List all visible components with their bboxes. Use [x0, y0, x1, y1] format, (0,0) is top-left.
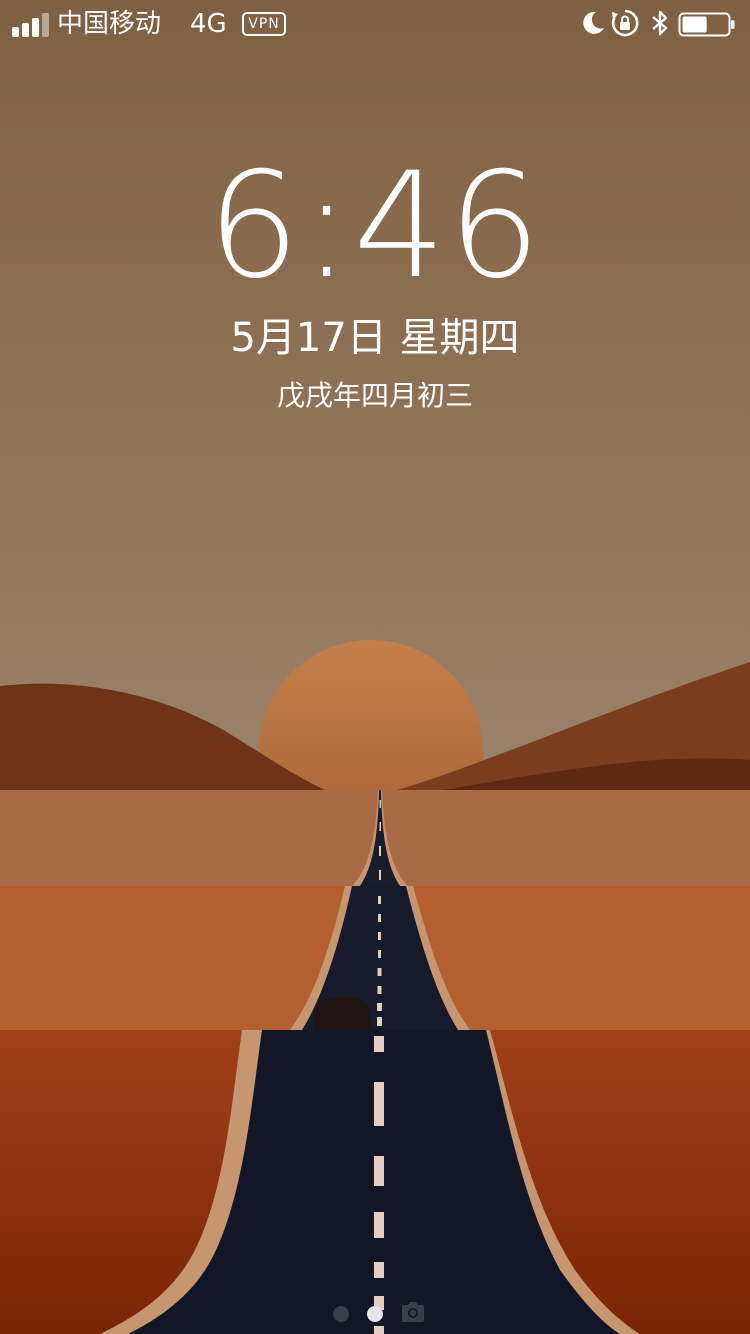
battery-icon — [678, 12, 735, 37]
page-indicator[interactable] — [328, 1300, 428, 1330]
camera-icon[interactable] — [400, 1300, 426, 1324]
car — [314, 997, 372, 1030]
rotation-lock-icon — [611, 9, 639, 37]
vpn-badge: VPN — [242, 12, 286, 36]
lock-screen-date: 5月17日 星期四 — [230, 315, 520, 361]
network-type: 4G — [190, 9, 227, 39]
status-bar: 中国移动 4G VPN — [0, 0, 750, 48]
lock-screen-time: 6:46 — [207, 141, 543, 311]
signal-icon — [12, 13, 49, 37]
bluetooth-icon — [652, 10, 668, 36]
lunar-date: 戊戌年四月初三 — [276, 379, 473, 412]
page-dot-notifications[interactable] — [333, 1306, 349, 1322]
moon-icon — [583, 11, 604, 34]
page-dot-active[interactable] — [367, 1306, 383, 1322]
lock-screen: 中国移动 4G VPN 6:46 5月17日 星期四 戊戌年四月初三 — [0, 0, 750, 1334]
carrier-name: 中国移动 — [57, 9, 162, 39]
